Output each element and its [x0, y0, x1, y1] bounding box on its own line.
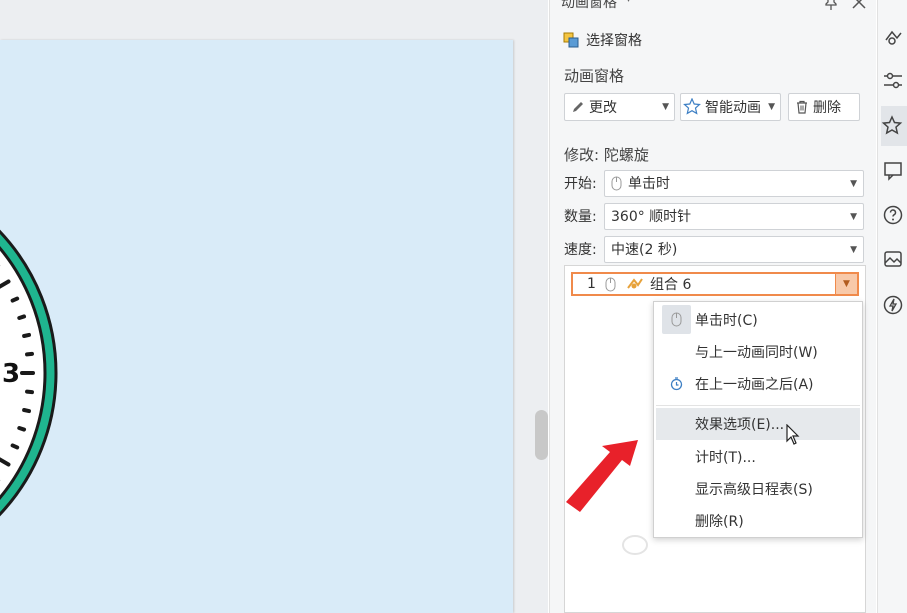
- delete-button-label: 删除: [813, 100, 841, 116]
- menu-item-effect-options[interactable]: 效果选项(E)...: [656, 408, 860, 440]
- select-pane-label: 选择窗格: [586, 33, 642, 49]
- menu-item-timing[interactable]: 计时(T)...: [656, 441, 860, 473]
- speed-row: 速度: 中速(2 秒) ▼: [564, 235, 864, 263]
- amount-row: 数量: 360° 顺时针 ▼: [564, 202, 864, 230]
- mouse-icon: [611, 176, 622, 190]
- chevron-down-icon: ▼: [850, 178, 857, 189]
- chevron-down-icon: ▼: [850, 211, 857, 222]
- menu-item-after-previous[interactable]: 在上一动画之后(A): [656, 368, 860, 400]
- chevron-down-icon: ▼: [662, 102, 669, 112]
- trash-icon: [797, 100, 807, 114]
- mouse-cursor-icon: [786, 424, 800, 445]
- speed-label: 速度:: [564, 242, 597, 258]
- smart-animation-label: 智能动画: [705, 100, 761, 116]
- clock-tick: [10, 443, 20, 450]
- chevron-down-icon: ▼: [768, 102, 775, 112]
- pencil-icon: [573, 102, 583, 112]
- speed-value: 中速(2 秒): [611, 242, 678, 258]
- clock-tick: [17, 426, 27, 432]
- select-pane-icon: [563, 32, 579, 47]
- canvas-scrollbar[interactable]: [535, 410, 548, 460]
- animation-context-menu: 单击时(C) 与上一动画同时(W) 在上一动画之后(A) 效果选项(E)... …: [653, 301, 863, 538]
- clock-tick: [22, 408, 32, 414]
- lightning-icon[interactable]: [882, 290, 907, 320]
- pin-icon[interactable]: [822, 0, 840, 11]
- start-select[interactable]: 单击时 ▼: [604, 169, 864, 197]
- modify-label: 修改: 陀螺旋: [564, 146, 649, 164]
- change-button[interactable]: 更改 ▼: [564, 93, 675, 121]
- settings-sliders-icon[interactable]: [882, 66, 907, 96]
- amount-label: 数量:: [564, 209, 597, 225]
- animation-icon[interactable]: [882, 22, 907, 52]
- star-sparkle-icon: [683, 98, 701, 115]
- menu-item-advanced-timeline[interactable]: 显示高级日程表(S): [656, 473, 860, 505]
- app-window: 3 动画窗格 ▾ 选择窗格 动画窗格 更改 ▼ 智能动画 ▼ 删除 修改: 陀: [0, 0, 907, 613]
- image-icon[interactable]: [882, 244, 907, 274]
- menu-item-on-click[interactable]: 单击时(C): [656, 304, 860, 336]
- select-pane-button[interactable]: 选择窗格: [563, 30, 642, 50]
- annotation-arrow: [566, 440, 638, 512]
- pane-title: 动画窗格: [561, 0, 617, 11]
- clock-tick: [25, 389, 34, 395]
- change-button-label: 更改: [589, 100, 617, 116]
- clock-numeral: 3: [2, 359, 20, 389]
- speed-select[interactable]: 中速(2 秒) ▼: [604, 235, 864, 263]
- amount-value: 360° 顺时针: [611, 209, 692, 225]
- chevron-down-icon: ▼: [850, 244, 857, 255]
- menu-item-label: 在上一动画之后(A): [695, 377, 814, 393]
- menu-item-label: 与上一动画同时(W): [695, 345, 818, 361]
- start-row: 开始: 单击时 ▼: [564, 169, 864, 197]
- mouse-icon: [662, 305, 691, 334]
- clock-graphic[interactable]: 3: [0, 40, 80, 613]
- clock-icon: [662, 369, 691, 398]
- menu-separator: [656, 405, 860, 406]
- spin-effect-icon: [627, 278, 643, 289]
- menu-item-label: 单击时(C): [695, 313, 758, 329]
- clock-tick: [10, 296, 20, 303]
- animation-list-item[interactable]: 1 组合 6 ▼: [571, 272, 859, 296]
- start-label: 开始:: [564, 176, 597, 192]
- close-icon[interactable]: [850, 0, 868, 11]
- clock-tick: [22, 332, 32, 338]
- smart-animation-button[interactable]: 智能动画 ▼: [680, 93, 781, 121]
- delete-button[interactable]: 删除: [788, 93, 860, 121]
- amount-select[interactable]: 360° 顺时针 ▼: [604, 202, 864, 230]
- help-icon[interactable]: [882, 200, 907, 230]
- mouse-icon: [605, 277, 616, 291]
- section-label: 动画窗格: [564, 67, 625, 85]
- slide-canvas[interactable]: 3: [0, 0, 548, 613]
- chevron-down-icon[interactable]: ▾: [626, 0, 631, 5]
- menu-item-label: 效果选项(E)...: [695, 417, 785, 433]
- slide[interactable]: 3: [0, 40, 513, 613]
- watermark-marks: [622, 535, 648, 555]
- animation-star-icon[interactable]: [881, 106, 907, 146]
- feedback-icon[interactable]: [882, 156, 907, 186]
- start-value: 单击时: [628, 176, 670, 192]
- menu-item-label: 显示高级日程表(S): [695, 482, 813, 498]
- clock-tick: [17, 314, 27, 320]
- chevron-down-icon[interactable]: ▼: [835, 274, 857, 294]
- clock-tick: [25, 351, 34, 357]
- menu-item-with-previous[interactable]: 与上一动画同时(W): [656, 336, 860, 368]
- animation-name: 组合 6: [650, 277, 692, 293]
- menu-item-label: 计时(T)...: [695, 450, 756, 466]
- animation-index: 1: [587, 276, 596, 292]
- right-toolbar: [877, 0, 907, 613]
